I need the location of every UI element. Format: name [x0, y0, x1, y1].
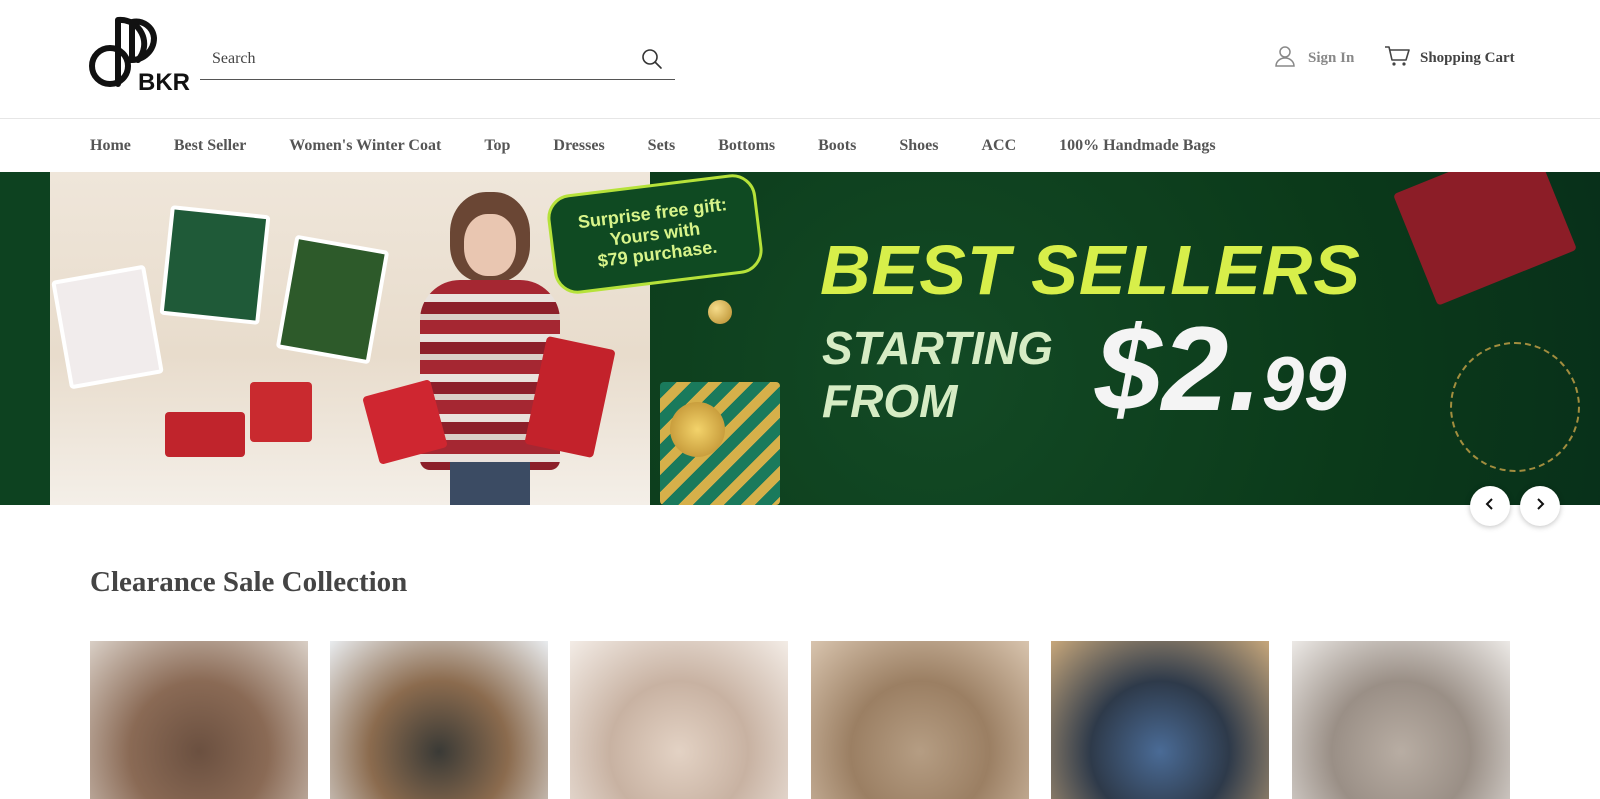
nav-item-shoes[interactable]: Shoes — [899, 137, 938, 155]
banner-price: $2.99 — [1095, 300, 1346, 438]
gold-bow — [670, 402, 725, 457]
product-card-knit-tank[interactable] — [811, 641, 1029, 799]
nav-item-womens-winter-coat[interactable]: Women's Winter Coat — [289, 137, 441, 155]
user-icon — [1274, 45, 1296, 72]
greeting-card — [275, 234, 390, 365]
snowflake-decor — [1450, 342, 1580, 472]
nav-item-handmade-bags[interactable]: 100% Handmade Bags — [1059, 137, 1215, 155]
greeting-card — [51, 264, 164, 390]
chevron-left-icon — [1484, 497, 1496, 516]
chevron-right-icon — [1534, 497, 1546, 516]
logo-text: BKR — [138, 69, 190, 92]
bkr-logo[interactable]: BKR — [88, 14, 190, 96]
banner-left-edge — [0, 172, 50, 505]
section-title: Clearance Sale Collection — [90, 566, 408, 598]
sign-in-link[interactable]: Sign In — [1274, 45, 1355, 72]
nav-item-sets[interactable]: Sets — [648, 137, 676, 155]
search-bar — [200, 40, 675, 80]
product-card-loungewear-set[interactable] — [1292, 641, 1510, 799]
nav-item-boots[interactable]: Boots — [818, 137, 856, 155]
free-gift-text: Surprise free gift: Yours with $79 purch… — [576, 194, 729, 272]
greeting-card — [159, 205, 271, 325]
banner-subline: STARTING FROM — [822, 322, 1053, 427]
nav-item-bottoms[interactable]: Bottoms — [718, 137, 775, 155]
carousel-next-button[interactable] — [1520, 486, 1560, 526]
nav-item-acc[interactable]: ACC — [981, 137, 1016, 155]
sign-in-label: Sign In — [1308, 49, 1355, 66]
nav-item-dresses[interactable]: Dresses — [553, 137, 604, 155]
product-grid — [90, 641, 1510, 799]
shopping-cart-link[interactable]: Shopping Cart — [1384, 45, 1515, 72]
carousel-prev-button[interactable] — [1470, 486, 1510, 526]
red-gift-box — [1392, 172, 1578, 306]
cart-label: Shopping Cart — [1420, 49, 1515, 66]
gift-box — [250, 382, 312, 442]
price-main: $2. — [1095, 302, 1262, 436]
nav-item-top[interactable]: Top — [484, 137, 510, 155]
gift-box — [165, 412, 245, 457]
nav-item-home[interactable]: Home — [90, 137, 131, 155]
product-card-hooded-coats[interactable] — [330, 641, 548, 799]
search-icon[interactable] — [641, 48, 663, 70]
main-navigation: Home Best Seller Women's Winter Coat Top… — [0, 120, 1600, 172]
product-card-denim-dress[interactable] — [1051, 641, 1269, 799]
site-header: BKR Sign In Shopping Cart — [0, 0, 1600, 119]
banner-headline: BEST SELLERS — [820, 231, 1361, 309]
product-card-boots[interactable] — [90, 641, 308, 799]
gold-ornament — [708, 300, 732, 324]
cart-icon — [1384, 45, 1410, 72]
hero-banner[interactable]: Surprise free gift: Yours with $79 purch… — [0, 172, 1600, 505]
nav-item-best-seller[interactable]: Best Seller — [174, 137, 246, 155]
price-cents: 99 — [1261, 342, 1347, 427]
search-input[interactable] — [200, 40, 620, 78]
product-card-wrap-sweater[interactable] — [570, 641, 788, 799]
